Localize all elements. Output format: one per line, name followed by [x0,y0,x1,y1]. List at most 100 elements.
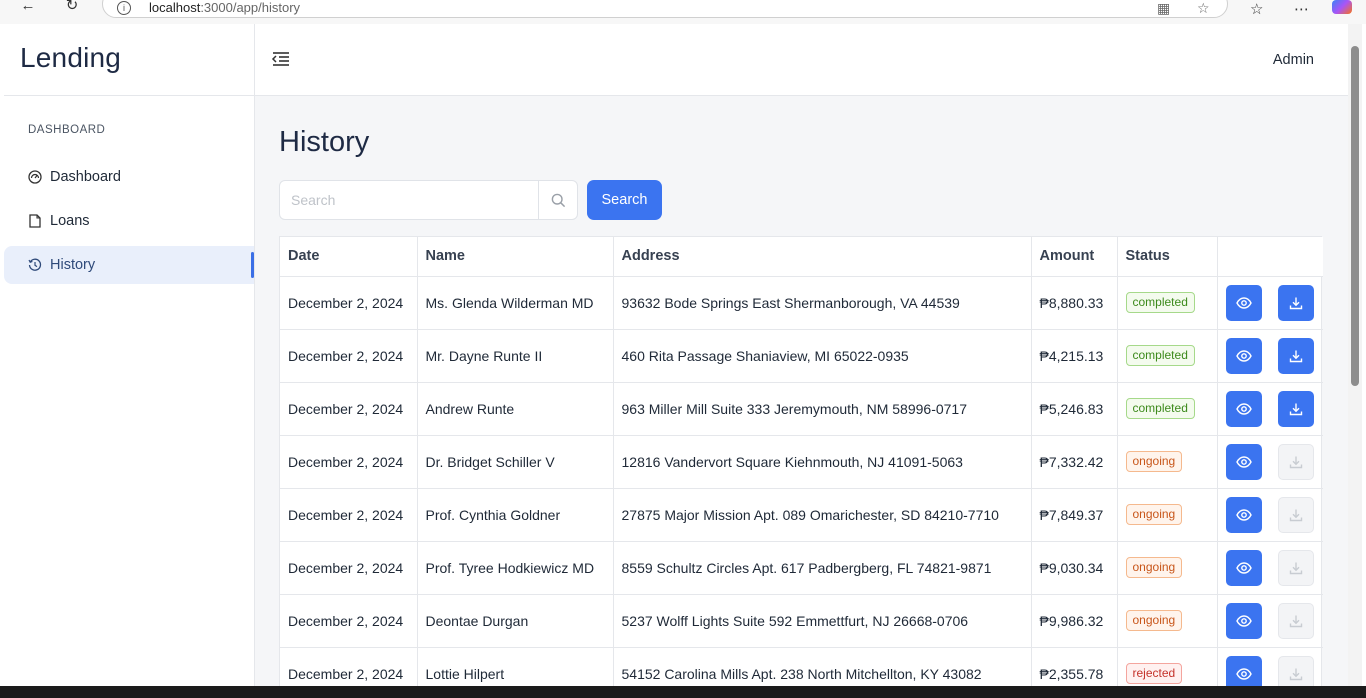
download-button[interactable] [1277,284,1314,321]
download-button [1277,602,1314,639]
cell-actions [1217,276,1323,330]
column-header-address[interactable]: Address [613,237,1032,277]
view-button[interactable] [1225,284,1262,321]
view-button[interactable] [1225,602,1262,639]
brand-logo[interactable]: Lending [20,42,121,74]
download-button[interactable] [1277,337,1314,374]
eye-icon [1235,455,1252,468]
cell-date: December 2, 2024 [280,488,418,542]
cell-name: Deontae Durgan [417,594,614,648]
cell-actions [1217,329,1323,383]
history-table: Date Name Address Amount Status December… [279,236,1323,686]
cell-address: 54152 Carolina Mills Apt. 238 North Mitc… [613,647,1032,686]
more-icon[interactable]: ⋯ [1294,0,1309,18]
download-button[interactable] [1277,390,1314,427]
main-content: History Search Date Name Address Amount [255,96,1348,686]
download-icon [1289,455,1303,469]
cell-status: rejected [1117,647,1218,686]
user-menu[interactable]: Admin [1273,52,1314,68]
eye-icon [1235,508,1252,521]
history-icon [28,258,42,272]
cell-date: December 2, 2024 [280,329,418,383]
cell-name: Dr. Bridget Schiller V [417,435,614,489]
search-icon[interactable] [538,181,577,219]
star-icon[interactable]: ☆ [1197,0,1210,17]
cell-address: 27875 Major Mission Apt. 089 Omaricheste… [613,488,1032,542]
sidebar-item-dashboard[interactable]: Dashboard [4,158,254,196]
cell-actions [1217,488,1323,542]
cell-address: 963 Miller Mill Suite 333 Jeremymouth, N… [613,382,1032,436]
grid-icon[interactable]: ▦ [1157,0,1170,17]
eye-icon [1235,349,1252,362]
table-row: December 2, 2024 Prof. Cynthia Goldner 278… [280,488,1323,542]
cell-actions [1217,541,1323,595]
table-row: December 2, 2024 Andrew Runte 963 Miller M… [280,382,1323,436]
download-icon [1289,667,1303,681]
column-header-date[interactable]: Date [280,237,418,277]
cell-actions [1217,435,1323,489]
download-icon [1289,508,1303,522]
cell-name: Mr. Dayne Runte II [417,329,614,383]
sidebar-item-loans[interactable]: Loans [4,202,254,240]
cell-status: ongoing [1117,594,1218,648]
copilot-icon[interactable] [1332,0,1352,14]
back-arrow-icon[interactable]: ← [16,0,40,14]
page-scrollbar[interactable] [1348,24,1362,686]
gauge-icon [28,170,42,184]
info-icon[interactable]: i [117,1,131,15]
column-header-name[interactable]: Name [417,237,614,277]
view-button[interactable] [1225,655,1262,686]
cell-amount: ₱7,849.37 [1031,488,1118,542]
sidebar-divider [4,95,255,96]
column-header-amount[interactable]: Amount [1031,237,1118,277]
scrollbar-thumb[interactable] [1351,46,1359,386]
cell-date: December 2, 2024 [280,435,418,489]
cell-status: ongoing [1117,541,1218,595]
cell-amount: ₱5,246.83 [1031,382,1118,436]
reload-icon[interactable]: ↻ [60,0,84,14]
cell-address: 93632 Bode Springs East Shermanborough, … [613,276,1032,330]
cell-status: completed [1117,329,1218,383]
sidebar-item-history[interactable]: History [4,246,254,284]
menu-collapse-icon[interactable] [271,50,291,68]
cell-status: ongoing [1117,488,1218,542]
sidebar-section-label: DASHBOARD [28,124,106,136]
eye-icon [1235,402,1252,415]
search-input[interactable] [280,181,539,219]
sidebar-item-label: Loans [50,213,90,229]
url-text: localhost:3000/app/history [149,0,301,15]
cell-name: Lottie Hilpert [417,647,614,686]
favorites-icon[interactable]: ☆ [1250,0,1263,18]
cell-name: Prof. Tyree Hodkiewicz MD [417,541,614,595]
cell-amount: ₱8,880.33 [1031,276,1118,330]
search-box [279,180,578,220]
status-badge: ongoing [1125,610,1183,631]
view-button[interactable] [1225,337,1262,374]
status-badge: completed [1125,398,1195,419]
view-button[interactable] [1225,549,1262,586]
cell-address: 8559 Schultz Circles Apt. 617 Padbergber… [613,541,1032,595]
table-header-row: Date Name Address Amount Status [280,237,1323,277]
download-button [1277,496,1314,533]
download-icon [1289,614,1303,628]
download-icon [1289,402,1303,416]
download-button [1277,549,1314,586]
cell-name: Ms. Glenda Wilderman MD [417,276,614,330]
app-window: Lending DASHBOARD Dashboard Loans Histor… [4,24,1348,686]
address-bar[interactable]: i localhost:3000/app/history ▦ ☆ [102,0,1228,18]
search-button[interactable]: Search [587,180,662,220]
view-button[interactable] [1225,496,1262,533]
cell-name: Andrew Runte [417,382,614,436]
top-header: Admin [255,24,1348,96]
download-button [1277,443,1314,480]
column-header-status[interactable]: Status [1117,237,1218,277]
view-button[interactable] [1225,443,1262,480]
cell-amount: ₱9,986.32 [1031,594,1118,648]
table-row: December 2, 2024 Ms. Glenda Wilderman MD 9… [280,276,1323,330]
cell-amount: ₱9,030.34 [1031,541,1118,595]
cell-amount: ₱2,355.78 [1031,647,1118,686]
status-badge: completed [1125,292,1195,313]
download-icon [1289,561,1303,575]
view-button[interactable] [1225,390,1262,427]
cell-date: December 2, 2024 [280,647,418,686]
